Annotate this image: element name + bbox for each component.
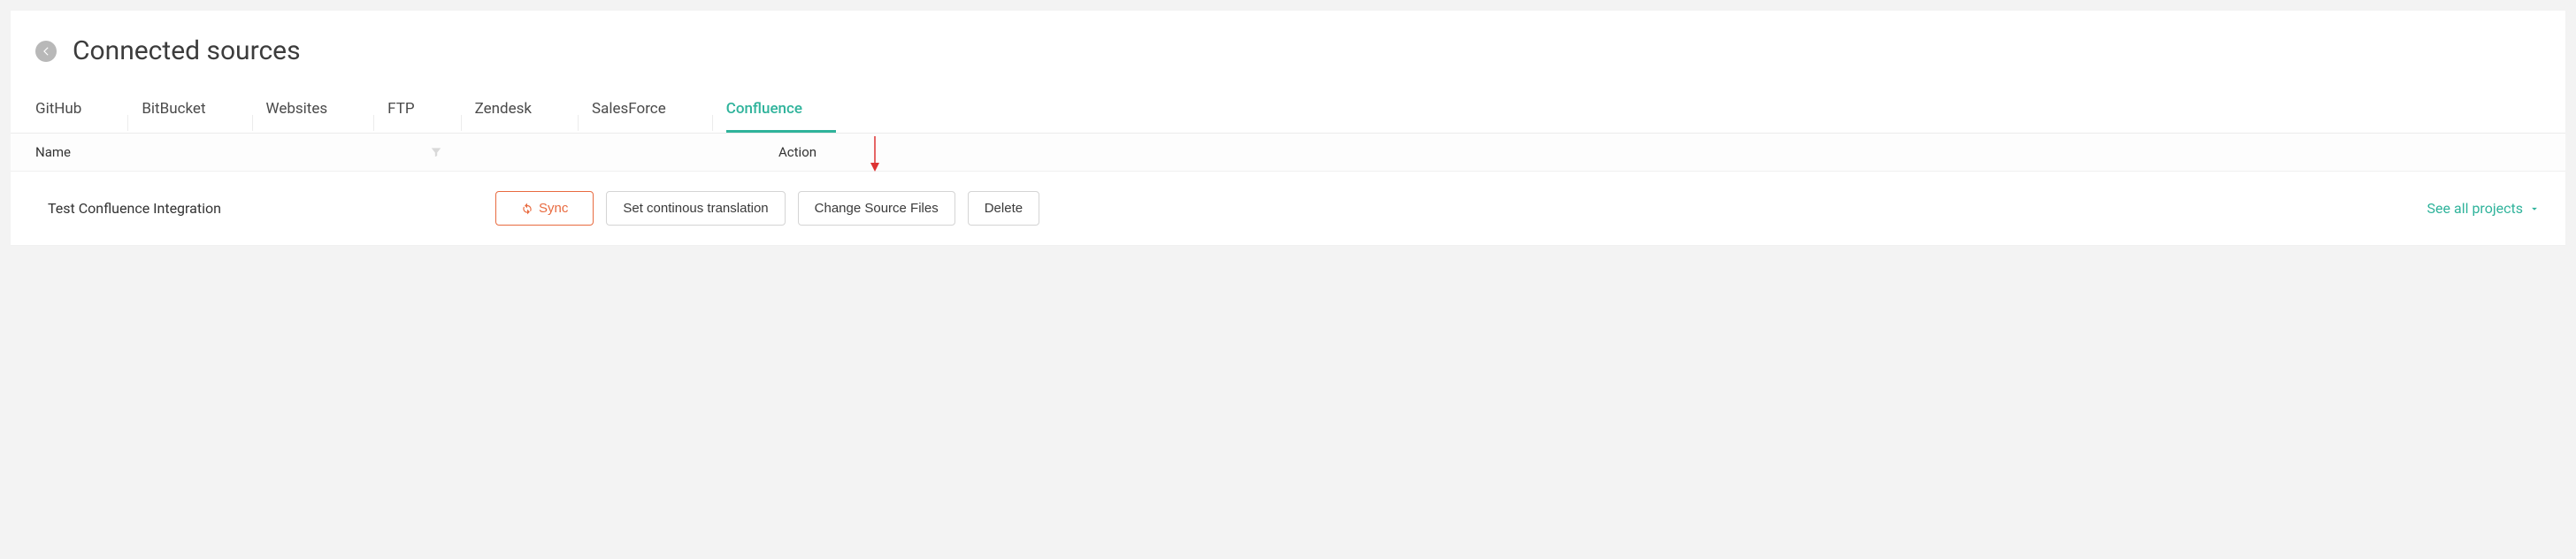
tab-github[interactable]: GitHub (35, 88, 115, 133)
tab-salesforce[interactable]: SalesForce (592, 88, 700, 133)
see-all-projects-link[interactable]: See all projects (2427, 200, 2541, 217)
table-row: Test Confluence Integration Sync Set con… (11, 172, 2565, 246)
delete-label: Delete (985, 201, 1023, 216)
sync-label: Sync (539, 201, 568, 216)
tab-confluence[interactable]: Confluence (726, 88, 836, 133)
tab-zendesk[interactable]: Zendesk (475, 88, 565, 133)
row-actions: Sync Set continous translation Change So… (495, 191, 1039, 226)
tab-bitbucket[interactable]: BitBucket (142, 88, 239, 133)
see-all-label: See all projects (2427, 200, 2523, 217)
column-action-label: Action (778, 144, 816, 160)
delete-button[interactable]: Delete (968, 191, 1039, 226)
row-name: Test Confluence Integration (35, 200, 442, 217)
column-header-action: Action (778, 144, 902, 160)
column-name-label: Name (35, 144, 71, 160)
change-source-files-button[interactable]: Change Source Files (798, 191, 955, 226)
sync-button[interactable]: Sync (495, 191, 594, 226)
change-src-label: Change Source Files (815, 201, 939, 216)
filter-icon[interactable] (430, 146, 442, 158)
tab-websites[interactable]: Websites (266, 88, 362, 133)
arrow-left-icon (40, 45, 52, 57)
tabs-bar: GitHub BitBucket Websites FTP Zendesk SalesFo… (11, 88, 2565, 134)
page-header: Connected sources (11, 11, 2565, 88)
back-button[interactable] (35, 41, 57, 62)
tab-ftp[interactable]: FTP (387, 88, 448, 133)
set-ct-label: Set continous translation (623, 201, 768, 216)
page-title: Connected sources (73, 35, 301, 66)
chevron-down-icon (2528, 203, 2541, 215)
sync-icon (521, 203, 533, 215)
set-continuous-translation-button[interactable]: Set continous translation (606, 191, 785, 226)
table-header-row: Name Action (11, 134, 2565, 172)
column-header-name: Name (35, 144, 442, 160)
page-card: Connected sources GitHub BitBucket Website… (11, 11, 2565, 246)
